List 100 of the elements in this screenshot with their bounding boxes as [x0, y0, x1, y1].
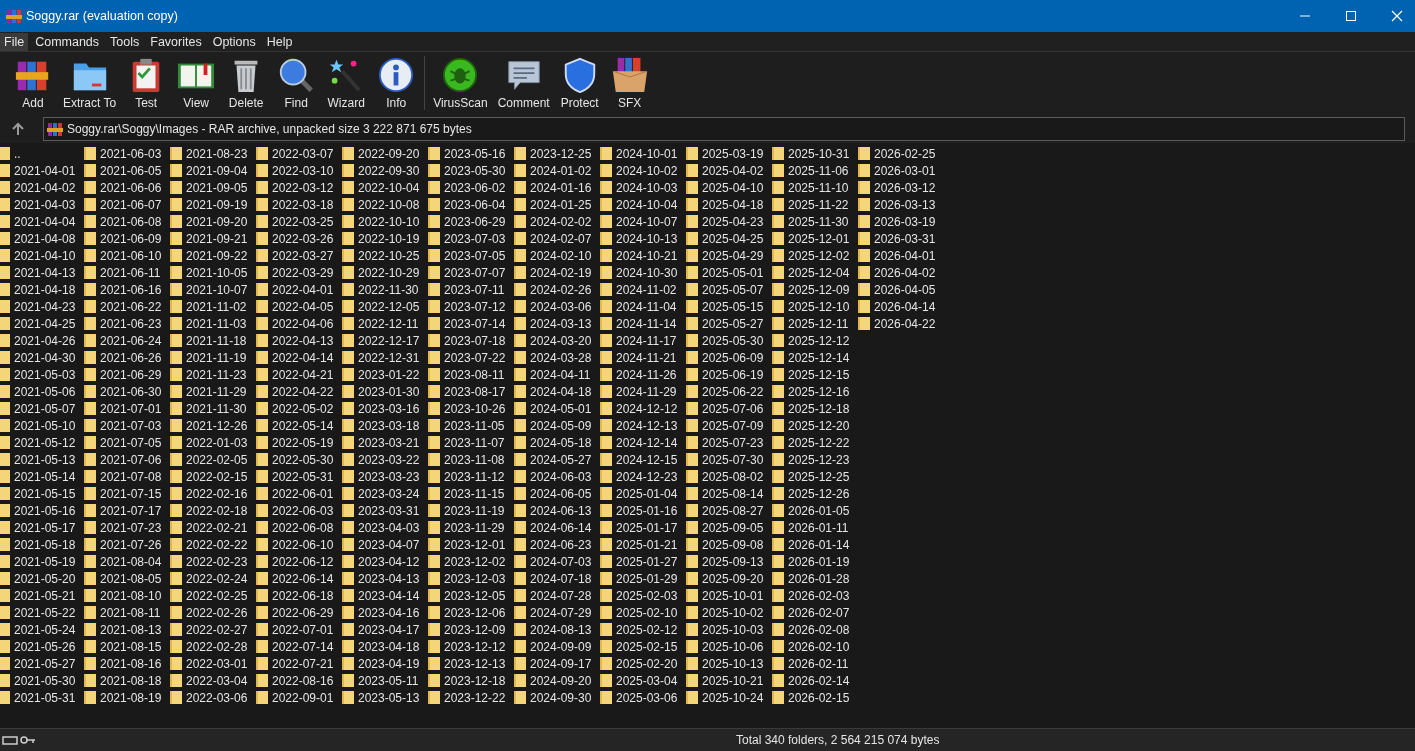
folder-item[interactable]: 2026-02-08 [774, 621, 860, 638]
folder-item[interactable]: 2021-04-03 [0, 196, 86, 213]
folder-item[interactable]: 2022-12-05 [344, 298, 430, 315]
folder-item[interactable]: 2024-11-02 [602, 281, 688, 298]
folder-item[interactable]: 2023-11-12 [430, 468, 516, 485]
folder-item[interactable]: 2022-02-18 [172, 502, 258, 519]
folder-item[interactable]: 2024-10-07 [602, 213, 688, 230]
folder-item[interactable]: 2022-06-14 [258, 570, 344, 587]
folder-item[interactable]: 2022-10-08 [344, 196, 430, 213]
folder-item[interactable]: 2021-07-03 [86, 417, 172, 434]
folder-item[interactable]: 2024-03-13 [516, 315, 602, 332]
folder-item[interactable]: 2025-12-14 [774, 349, 860, 366]
folder-item[interactable]: 2025-01-21 [602, 536, 688, 553]
folder-item[interactable]: 2022-04-21 [258, 366, 344, 383]
folder-item[interactable]: 2023-12-01 [430, 536, 516, 553]
folder-item[interactable]: 2023-11-29 [430, 519, 516, 536]
folder-item[interactable]: 2022-12-31 [344, 349, 430, 366]
folder-item[interactable]: 2022-03-12 [258, 179, 344, 196]
folder-item[interactable]: 2024-02-19 [516, 264, 602, 281]
folder-item[interactable]: 2021-05-24 [0, 621, 86, 638]
folder-item[interactable]: 2021-07-26 [86, 536, 172, 553]
folder-item[interactable]: 2025-11-06 [774, 162, 860, 179]
folder-item[interactable]: 2025-01-29 [602, 570, 688, 587]
folder-item[interactable]: 2021-10-07 [172, 281, 258, 298]
folder-item[interactable]: 2023-05-11 [344, 672, 430, 689]
folder-item[interactable]: 2022-02-23 [172, 553, 258, 570]
folder-item[interactable]: 2025-03-06 [602, 689, 688, 706]
folder-item[interactable]: 2023-12-13 [430, 655, 516, 672]
folder-item[interactable]: 2024-04-11 [516, 366, 602, 383]
folder-item[interactable]: 2025-04-23 [688, 213, 774, 230]
folder-item[interactable]: 2025-12-01 [774, 230, 860, 247]
folder-item[interactable]: 2025-10-24 [688, 689, 774, 706]
folder-item[interactable]: 2024-03-28 [516, 349, 602, 366]
folder-item[interactable]: 2022-02-16 [172, 485, 258, 502]
folder-item[interactable]: 2021-05-16 [0, 502, 86, 519]
folder-item[interactable]: 2022-04-05 [258, 298, 344, 315]
folder-item[interactable]: 2024-01-02 [516, 162, 602, 179]
folder-item[interactable]: 2026-01-19 [774, 553, 860, 570]
folder-item[interactable]: 2026-01-05 [774, 502, 860, 519]
folder-item[interactable]: 2022-04-06 [258, 315, 344, 332]
menu-item[interactable]: Help [262, 32, 297, 51]
folder-item[interactable]: 2021-04-25 [0, 315, 86, 332]
folder-item[interactable]: 2024-10-13 [602, 230, 688, 247]
folder-item[interactable]: 2021-05-20 [0, 570, 86, 587]
folder-item[interactable]: 2025-10-31 [774, 145, 860, 162]
folder-item[interactable]: 2025-12-26 [774, 485, 860, 502]
folder-item[interactable]: 2026-04-22 [860, 315, 946, 332]
folder-item[interactable]: 2022-03-10 [258, 162, 344, 179]
folder-item[interactable]: 2025-12-16 [774, 383, 860, 400]
folder-item[interactable]: 2024-07-29 [516, 604, 602, 621]
toolbar-button[interactable]: Test [122, 52, 171, 110]
folder-item[interactable]: 2023-10-26 [430, 400, 516, 417]
folder-item[interactable]: 2024-02-10 [516, 247, 602, 264]
folder-item[interactable]: 2025-10-03 [688, 621, 774, 638]
folder-item[interactable]: 2021-06-07 [86, 196, 172, 213]
folder-item[interactable]: 2023-03-31 [344, 502, 430, 519]
folder-item[interactable]: 2024-09-09 [516, 638, 602, 655]
folder-item[interactable]: 2026-02-10 [774, 638, 860, 655]
folder-item[interactable]: 2023-05-16 [430, 145, 516, 162]
folder-item[interactable]: 2021-07-06 [86, 451, 172, 468]
folder-item[interactable]: 2024-12-15 [602, 451, 688, 468]
folder-item[interactable]: 2025-11-30 [774, 213, 860, 230]
folder-item[interactable]: 2022-10-29 [344, 264, 430, 281]
folder-item[interactable]: 2021-09-05 [172, 179, 258, 196]
menu-item[interactable]: File [0, 32, 29, 51]
toolbar-button[interactable]: Info [372, 52, 421, 110]
folder-item[interactable]: 2023-12-25 [516, 145, 602, 162]
folder-item[interactable]: 2022-04-14 [258, 349, 344, 366]
folder-item[interactable]: 2026-02-11 [774, 655, 860, 672]
folder-item[interactable]: 2025-01-27 [602, 553, 688, 570]
folder-item[interactable]: 2023-07-14 [430, 315, 516, 332]
folder-item[interactable]: 2021-08-04 [86, 553, 172, 570]
folder-item[interactable]: 2025-07-09 [688, 417, 774, 434]
folder-item[interactable]: 2021-05-10 [0, 417, 86, 434]
folder-item[interactable]: 2026-01-11 [774, 519, 860, 536]
folder-item[interactable]: 2025-12-10 [774, 298, 860, 315]
folder-item[interactable]: 2025-04-10 [688, 179, 774, 196]
folder-item[interactable]: 2023-04-17 [344, 621, 430, 638]
folder-item[interactable]: 2022-06-12 [258, 553, 344, 570]
folder-item[interactable]: 2025-02-15 [602, 638, 688, 655]
folder-item[interactable]: 2021-04-23 [0, 298, 86, 315]
folder-item[interactable]: 2022-03-29 [258, 264, 344, 281]
folder-item[interactable]: 2021-08-11 [86, 604, 172, 621]
folder-item[interactable]: 2023-11-15 [430, 485, 516, 502]
toolbar-button[interactable]: SFX [605, 52, 654, 110]
folder-item[interactable]: 2021-07-15 [86, 485, 172, 502]
folder-item[interactable]: 2022-12-17 [344, 332, 430, 349]
folder-item[interactable]: 2025-07-23 [688, 434, 774, 451]
folder-item[interactable]: 2022-06-08 [258, 519, 344, 536]
folder-item[interactable]: 2021-05-17 [0, 519, 86, 536]
folder-item[interactable]: 2023-12-12 [430, 638, 516, 655]
folder-item[interactable]: 2024-02-07 [516, 230, 602, 247]
folder-item[interactable]: 2025-07-06 [688, 400, 774, 417]
folder-item[interactable]: 2023-04-18 [344, 638, 430, 655]
folder-item[interactable]: 2025-07-30 [688, 451, 774, 468]
folder-item[interactable]: 2021-05-13 [0, 451, 86, 468]
folder-item[interactable]: 2022-05-30 [258, 451, 344, 468]
folder-item[interactable]: 2021-04-04 [0, 213, 86, 230]
folder-item[interactable]: 2023-12-05 [430, 587, 516, 604]
folder-item[interactable]: 2022-04-22 [258, 383, 344, 400]
